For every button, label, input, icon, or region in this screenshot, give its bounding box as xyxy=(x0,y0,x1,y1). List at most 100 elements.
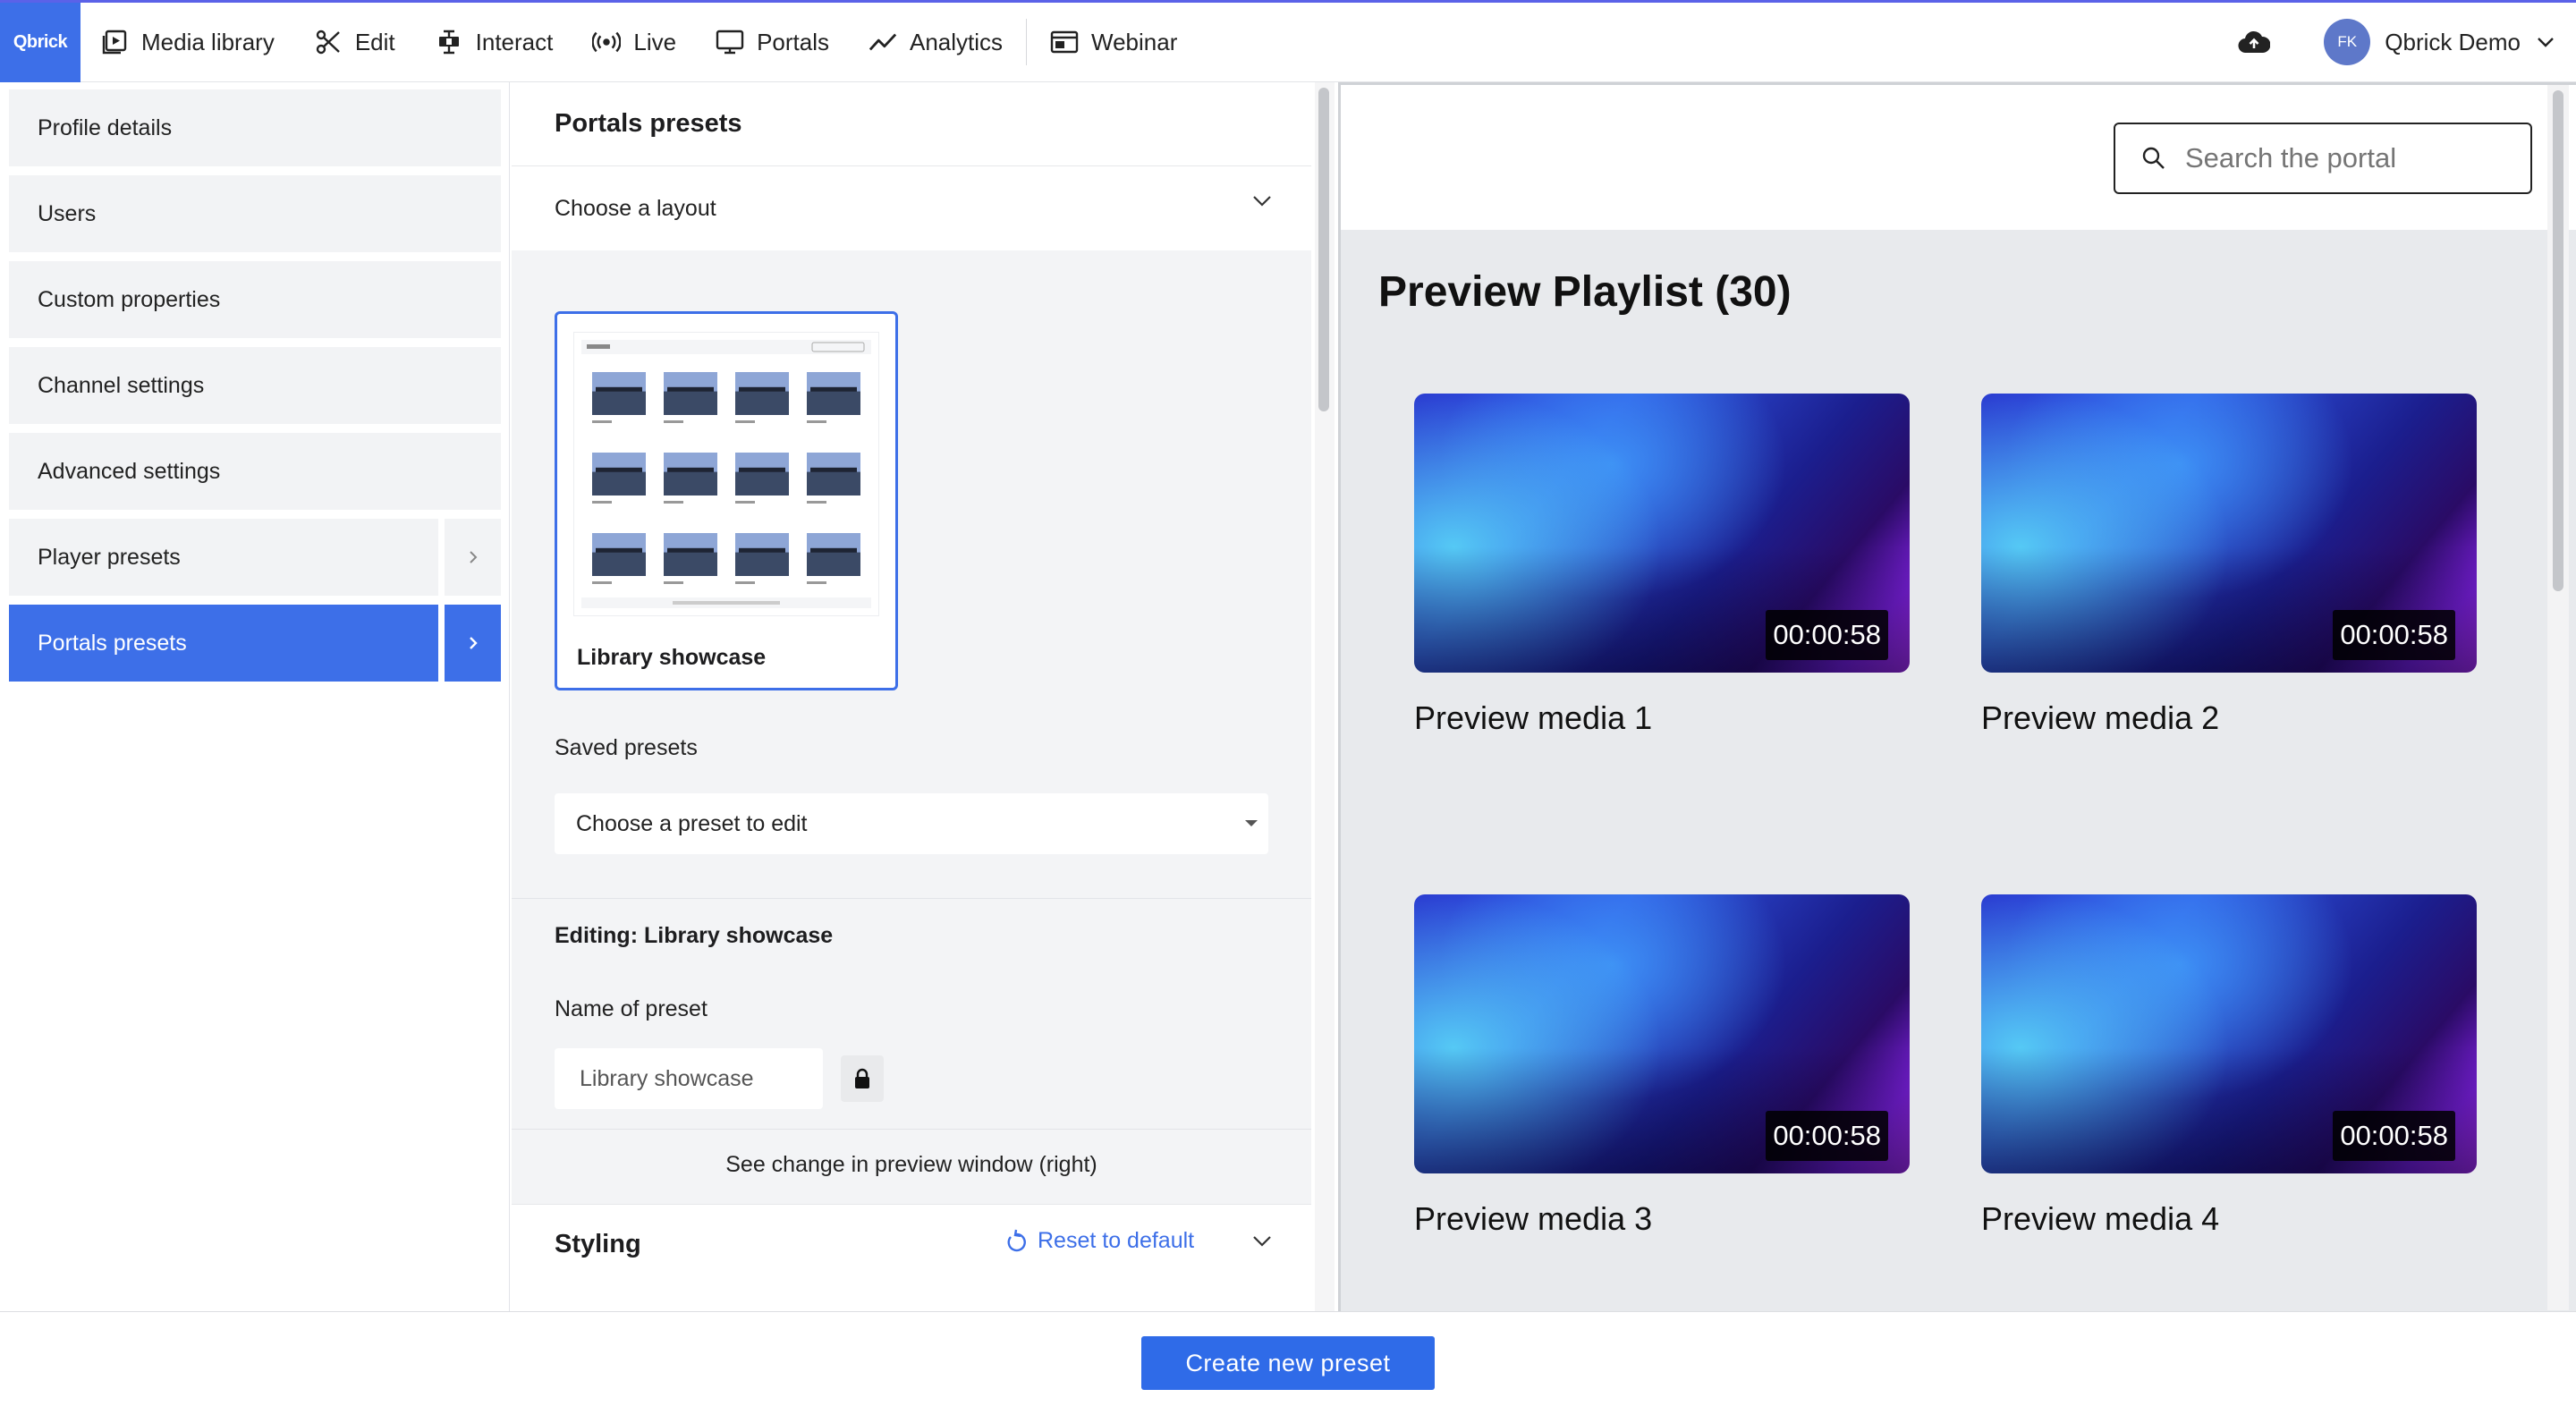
panel-scrollbar[interactable] xyxy=(1315,82,1335,1311)
sidebar-item-label: Portals presets xyxy=(38,630,187,656)
nav-label: Live xyxy=(633,28,677,55)
nav-edit[interactable]: Edit xyxy=(294,3,415,82)
media-thumbnail: 00:00:58 xyxy=(1414,894,1910,1173)
nav-label: Analytics xyxy=(909,28,1004,55)
qbrick-logo[interactable]: Qbrick xyxy=(0,2,80,82)
nav-media-library[interactable]: Media library xyxy=(80,3,294,82)
layout-thumbnail xyxy=(573,332,879,616)
styling-section-header[interactable]: Styling Reset to default xyxy=(512,1204,1311,1311)
preview-scrollbar[interactable] xyxy=(2547,85,2569,1310)
user-name[interactable]: Qbrick Demo xyxy=(2385,29,2521,56)
duration-badge: 00:00:58 xyxy=(2333,610,2455,660)
sidebar-item-channel-settings[interactable]: Channel settings xyxy=(9,347,501,424)
nav-label: Portals xyxy=(757,28,829,55)
sidebar-item-label: Users xyxy=(38,200,97,226)
media-thumbnail: 00:00:58 xyxy=(1414,394,1910,673)
sidebar-item-player-presets[interactable]: Player presets xyxy=(9,519,438,596)
playlist-title: Preview Playlist (30) xyxy=(1378,268,1792,316)
reset-label: Reset to default xyxy=(1038,1228,1195,1253)
media-card[interactable]: 00:00:58 Preview media 2 xyxy=(1981,394,2477,737)
media-card[interactable]: 00:00:58 Preview media 1 xyxy=(1414,394,1910,737)
portal-preview: Preview Playlist (30) 00:00:58 Preview m… xyxy=(1338,82,2576,1311)
layout-dropdown-label: Choose a layout xyxy=(555,195,716,221)
media-title: Preview media 1 xyxy=(1414,699,1653,736)
lock-button[interactable] xyxy=(841,1055,884,1102)
monitor-icon xyxy=(716,28,744,56)
sidebar-item-label: Advanced settings xyxy=(38,458,221,484)
search-icon xyxy=(2140,145,2167,172)
nav-analytics[interactable]: Analytics xyxy=(849,3,1022,82)
layout-card-label: Library showcase xyxy=(577,645,767,670)
duration-badge: 00:00:58 xyxy=(1766,1111,1888,1161)
media-card[interactable]: 00:00:58 Preview media 3 xyxy=(1414,894,1910,1238)
saved-presets-label: Saved presets xyxy=(555,735,698,760)
media-title: Preview media 3 xyxy=(1414,1200,1653,1237)
nav-label: Webinar xyxy=(1091,28,1178,55)
create-new-preset-button[interactable]: Create new preset xyxy=(1141,1336,1435,1390)
lock-icon xyxy=(853,1068,871,1089)
media-card[interactable]: 00:00:58 Preview media 4 xyxy=(1981,894,2477,1238)
layout-card-library-showcase[interactable]: Library showcase xyxy=(555,311,898,690)
preset-name-label: Name of preset xyxy=(555,996,708,1021)
sidebar-item-label: Player presets xyxy=(38,544,181,570)
nav-interact[interactable]: Interact xyxy=(415,3,573,82)
preset-name-input[interactable] xyxy=(555,1048,823,1109)
reset-icon xyxy=(1005,1229,1029,1254)
media-thumbnail: 00:00:58 xyxy=(1981,894,2477,1173)
avatar[interactable]: FK xyxy=(2324,19,2371,65)
layout-dropdown[interactable]: Choose a layout xyxy=(512,166,1311,250)
trend-line-icon xyxy=(869,28,897,56)
sidebar-item-label: Channel settings xyxy=(38,372,205,398)
media-thumbnail: 00:00:58 xyxy=(1981,394,2477,673)
chevron-right-icon xyxy=(468,635,479,651)
sidebar-item-portals-presets[interactable]: Portals presets xyxy=(9,605,438,682)
sidebar-item-label: Profile details xyxy=(38,114,173,140)
preset-editor-panel: Portals presets Choose a layout Library … xyxy=(512,82,1311,1311)
broadcast-icon xyxy=(592,28,622,56)
scrollbar-thumb[interactable] xyxy=(2553,90,2563,591)
nav-label: Media library xyxy=(141,28,275,55)
reset-to-default-button[interactable]: Reset to default xyxy=(1005,1228,1194,1254)
nav-live[interactable]: Live xyxy=(572,3,696,82)
divider xyxy=(512,1129,1311,1130)
interact-icon xyxy=(435,28,463,56)
media-library-icon xyxy=(100,28,129,56)
settings-sidebar: Profile details Users Custom properties … xyxy=(0,82,510,1311)
chevron-down-icon[interactable] xyxy=(2537,37,2555,47)
portal-search-box[interactable] xyxy=(2114,123,2532,194)
nav-separator xyxy=(1026,19,1028,65)
nav-portals[interactable]: Portals xyxy=(696,3,849,82)
scrollbar-thumb[interactable] xyxy=(1318,88,1329,411)
portal-search-input[interactable] xyxy=(2185,142,2507,174)
preview-header xyxy=(1341,85,2576,230)
chevron-down-icon[interactable] xyxy=(1252,1235,1272,1247)
player-presets-expand-button[interactable] xyxy=(445,519,501,596)
sidebar-item-custom-properties[interactable]: Custom properties xyxy=(9,261,501,338)
nav-label: Edit xyxy=(354,28,395,55)
divider xyxy=(512,898,1311,899)
sidebar-item-users[interactable]: Users xyxy=(9,175,501,252)
portals-presets-expand-button[interactable] xyxy=(445,605,501,682)
media-title: Preview media 2 xyxy=(1981,699,2220,736)
media-title: Preview media 4 xyxy=(1981,1200,2220,1237)
cloud-upload-icon[interactable] xyxy=(2236,24,2272,60)
preset-select-value: Choose a preset to edit xyxy=(576,810,808,836)
top-navigation-bar: Qbrick Media library Edit Interact Live … xyxy=(0,0,2576,82)
duration-badge: 00:00:58 xyxy=(1766,610,1888,660)
sidebar-item-profile-details[interactable]: Profile details xyxy=(9,89,501,166)
sidebar-item-label: Custom properties xyxy=(38,286,221,312)
top-right-controls: FK Qbrick Demo xyxy=(2236,3,2576,82)
nav-webinar[interactable]: Webinar xyxy=(1030,3,1197,82)
editing-label: Editing: Library showcase xyxy=(555,923,834,948)
chevron-down-icon xyxy=(1252,195,1272,207)
chevron-right-icon xyxy=(468,549,479,565)
footer-bar: Create new preset xyxy=(0,1311,2576,1406)
caret-down-icon xyxy=(1245,820,1258,826)
nav-label: Interact xyxy=(475,28,554,55)
styling-label: Styling xyxy=(555,1230,641,1258)
preset-select[interactable]: Choose a preset to edit xyxy=(555,793,1268,854)
webinar-icon xyxy=(1050,28,1079,56)
scissors-icon xyxy=(314,28,343,56)
sidebar-item-advanced-settings[interactable]: Advanced settings xyxy=(9,433,501,510)
panel-title: Portals presets xyxy=(512,82,1311,166)
